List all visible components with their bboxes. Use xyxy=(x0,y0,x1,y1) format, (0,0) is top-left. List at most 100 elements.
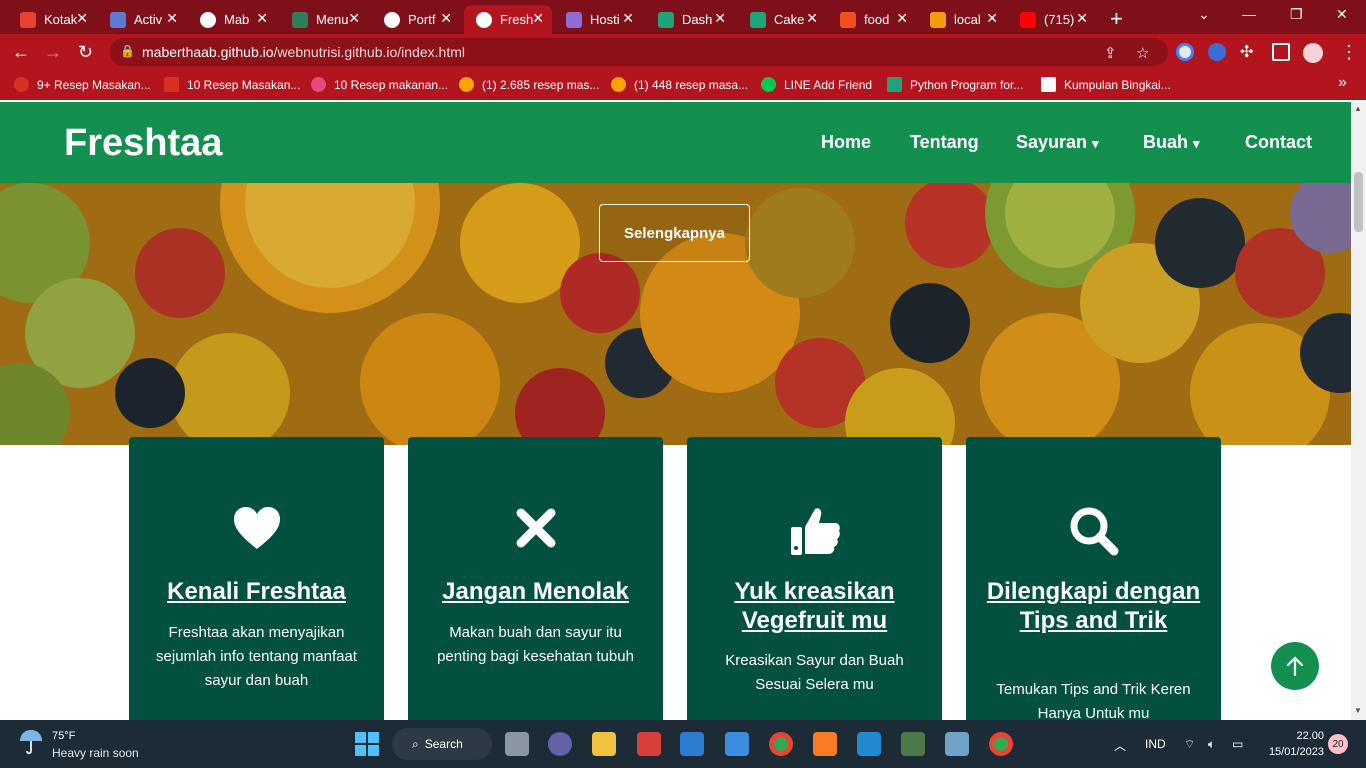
nav-link-contact[interactable]: Contact xyxy=(1245,132,1312,153)
browser-tab[interactable]: food ✕ xyxy=(828,5,916,34)
profile-avatar[interactable] xyxy=(1303,43,1323,63)
teams-icon[interactable] xyxy=(548,732,572,756)
side-panel-icon[interactable] xyxy=(1272,43,1290,61)
close-icon[interactable]: ✕ xyxy=(440,10,452,27)
umbrella-rain-icon xyxy=(20,730,42,755)
windows-start-icon[interactable] xyxy=(355,732,379,756)
close-icon[interactable]: ✕ xyxy=(348,10,360,27)
notification-badge[interactable]: 20 xyxy=(1328,734,1348,754)
bookmarks-bar: 9+ Resep Masakan... 10 Resep Masakan... … xyxy=(0,70,1366,100)
bookmark-item[interactable]: Python Program for... xyxy=(887,77,1023,92)
git-app-icon[interactable] xyxy=(901,732,925,756)
close-icon[interactable]: ✕ xyxy=(896,10,908,27)
wifi-icon[interactable]: ⌔ xyxy=(1184,737,1195,752)
menu-dots-icon[interactable]: ⋮ xyxy=(1340,42,1358,63)
bookmark-item[interactable]: (1) 448 resep masa... xyxy=(611,77,748,92)
language-indicator[interactable]: IND xyxy=(1145,737,1166,751)
site-logo[interactable]: Freshtaa xyxy=(64,122,222,165)
taskbar-search[interactable]: ⌕ Search xyxy=(392,728,492,760)
microsoft-store-icon[interactable] xyxy=(680,732,704,756)
mail-icon[interactable] xyxy=(725,732,749,756)
scroll-down-icon[interactable]: ▼ xyxy=(1354,706,1362,715)
back-to-top-button[interactable] xyxy=(1271,642,1319,690)
browser-tab[interactable]: Activ ✕ xyxy=(98,5,186,34)
nav-link-home[interactable]: Home xyxy=(821,132,871,153)
chevron-up-icon[interactable]: ︿ xyxy=(1114,737,1126,754)
url-text[interactable]: maberthaab.github.io/webnutrisi.github.i… xyxy=(142,44,465,60)
tab-label: (715) xyxy=(1044,12,1075,27)
address-bar[interactable]: 🔒 maberthaab.github.io/webnutrisi.github… xyxy=(110,38,1168,66)
close-icon[interactable]: ✕ xyxy=(532,10,544,27)
heart-icon xyxy=(129,505,384,551)
bookmark-item[interactable]: 9+ Resep Masakan... xyxy=(14,77,151,92)
browser-tab-active[interactable]: Fresh ✕ xyxy=(464,5,552,34)
lock-icon[interactable]: 🔒 xyxy=(120,44,135,58)
browser-tab[interactable]: Kotak ✕ xyxy=(8,5,96,34)
volume-icon[interactable]: 🔈︎ xyxy=(1208,737,1215,752)
bookmark-star-icon[interactable]: ☆ xyxy=(1136,44,1149,62)
nav-link-buah[interactable]: Buah ▾ xyxy=(1143,132,1200,153)
bookmark-item[interactable]: (1) 2.685 resep mas... xyxy=(459,77,599,92)
card-title[interactable]: Kenali Freshtaa xyxy=(139,577,374,606)
gift-app-icon[interactable] xyxy=(637,732,661,756)
remote-desktop-icon[interactable] xyxy=(945,732,969,756)
browser-tab[interactable]: (715) ✕ xyxy=(1008,5,1096,34)
forward-icon[interactable]: → xyxy=(44,42,62,63)
github-icon xyxy=(200,11,216,28)
share-icon[interactable]: ⇪ xyxy=(1104,44,1117,62)
browser-tab[interactable]: Dash ✕ xyxy=(646,5,734,34)
nav-link-sayuran[interactable]: Sayuran ▾ xyxy=(1016,132,1099,153)
close-icon[interactable]: ✕ xyxy=(986,10,998,27)
more-bookmarks-button[interactable]: » xyxy=(1338,74,1347,92)
chrome-profile-icon[interactable] xyxy=(989,732,1013,756)
close-icon[interactable]: ✕ xyxy=(256,10,268,27)
vscode-icon[interactable] xyxy=(857,732,881,756)
minimize-icon[interactable]: — xyxy=(1242,6,1256,22)
bookmark-item[interactable]: 10 Resep Masakan... xyxy=(164,77,300,92)
close-icon[interactable]: ✕ xyxy=(166,10,178,27)
scrollbar-thumb[interactable] xyxy=(1354,172,1363,232)
browser-tab[interactable]: Portf ✕ xyxy=(372,5,460,34)
clock-time: 22.00 xyxy=(1296,730,1324,742)
file-explorer-icon[interactable] xyxy=(592,732,616,756)
chevron-down-icon[interactable]: ⌄ xyxy=(1198,6,1210,23)
task-view-icon[interactable] xyxy=(505,732,529,756)
restore-icon[interactable]: ❐ xyxy=(1290,6,1303,23)
browser-tab[interactable]: Menu ✕ xyxy=(280,5,368,34)
close-window-icon[interactable]: ✕ xyxy=(1336,6,1348,23)
chrome-icon[interactable] xyxy=(769,732,793,756)
system-clock[interactable]: 22.00 15/01/2023 xyxy=(1260,728,1324,760)
new-tab-button[interactable]: + xyxy=(1110,6,1123,32)
close-icon[interactable]: ✕ xyxy=(714,10,726,27)
nav-link-tentang[interactable]: Tentang xyxy=(910,132,979,153)
close-icon[interactable]: ✕ xyxy=(76,10,88,27)
bookmark-item[interactable]: Kumpulan Bingkai... xyxy=(1041,77,1171,92)
close-icon[interactable]: ✕ xyxy=(622,10,634,27)
browser-tab[interactable]: Cake ✕ xyxy=(738,5,826,34)
browser-tab[interactable]: local ✕ xyxy=(918,5,1006,34)
battery-icon[interactable]: ▭ xyxy=(1232,737,1243,751)
thumbs-up-icon xyxy=(687,505,942,557)
feature-card: Jangan Menolak Makan buah dan sayur itu … xyxy=(408,437,663,737)
card-title[interactable]: Yuk kreasikan Vegefruit mu xyxy=(697,577,932,635)
page-scrollbar[interactable]: ▲ ▼ xyxy=(1351,102,1366,720)
extension-icon[interactable] xyxy=(1208,43,1226,61)
close-icon[interactable]: ✕ xyxy=(806,10,818,27)
card-title[interactable]: Jangan Menolak xyxy=(418,577,653,606)
reload-icon[interactable]: ↻ xyxy=(78,42,93,63)
bookmark-item[interactable]: 10 Resep makanan... xyxy=(311,77,448,92)
browser-tab[interactable]: Mab ✕ xyxy=(188,5,276,34)
xampp-icon[interactable] xyxy=(813,732,837,756)
scroll-up-icon[interactable]: ▲ xyxy=(1354,104,1362,113)
close-icon[interactable]: ✕ xyxy=(1076,10,1088,27)
extension-icon[interactable] xyxy=(1176,43,1194,61)
bookmark-item[interactable]: LINE Add Friend xyxy=(761,77,872,92)
browser-tab[interactable]: Hosti ✕ xyxy=(554,5,642,34)
youtube-icon xyxy=(1020,11,1036,28)
puzzle-icon[interactable]: ✣ xyxy=(1240,42,1253,62)
weather-widget[interactable]: 75°F Heavy rain soon xyxy=(18,728,139,761)
selengkapnya-button[interactable]: Selengkapnya xyxy=(599,204,750,262)
figma-icon xyxy=(840,11,856,28)
back-icon[interactable]: ← xyxy=(12,42,30,63)
card-title[interactable]: Dilengkapi dengan Tips and Trik xyxy=(976,577,1211,635)
